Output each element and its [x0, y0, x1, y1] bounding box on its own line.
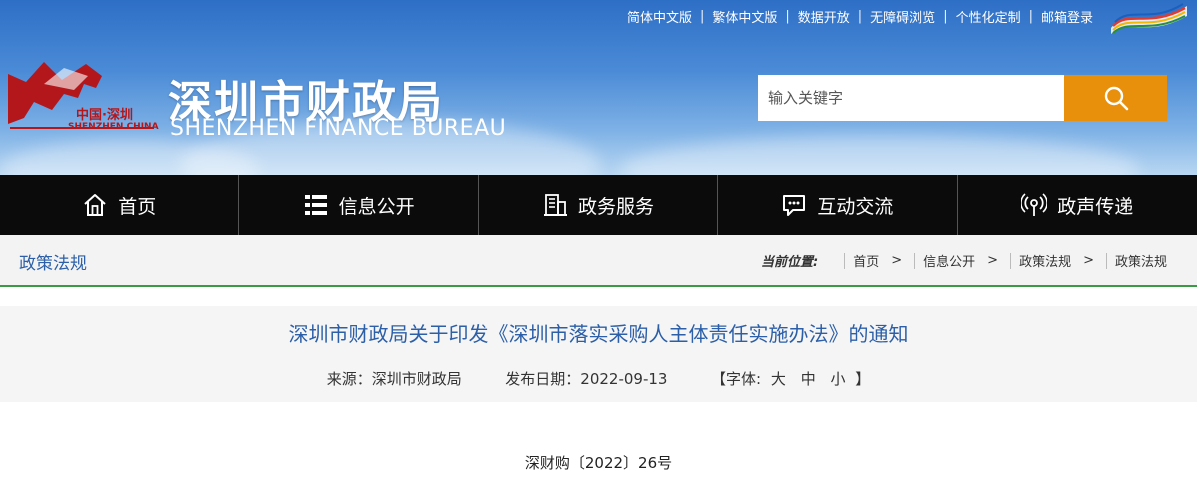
nav-label: 首页: [118, 195, 157, 218]
search-input[interactable]: [758, 75, 1064, 121]
home-icon: [84, 194, 106, 216]
top-links: 简体中文版 | 繁体中文版 | 数据开放 | 无障碍浏览 | 个性化定制 | 邮…: [619, 6, 1101, 26]
nav-item-interaction[interactable]: 互动交流: [718, 175, 958, 235]
breadcrumb-arrow: >: [891, 253, 903, 268]
article-title: 深圳市财政局关于印发《深圳市落实采购人主体责任实施办法》的通知: [288, 322, 909, 346]
link-open-data[interactable]: 数据开放: [790, 7, 858, 26]
link-personalize[interactable]: 个性化定制: [948, 7, 1029, 26]
wave-flag-logo: [1111, 3, 1187, 34]
article-meta: 来源：深圳市财政局 发布日期：2022-09-13 【字体: 大 中 小 】: [0, 368, 1197, 389]
date-label: 发布日期：: [505, 370, 581, 388]
source-value: 深圳市财政局: [371, 370, 462, 388]
breadcrumb-item-home[interactable]: 首页: [853, 251, 879, 270]
breadcrumb-label: 当前位置:: [761, 255, 819, 270]
separator: |: [857, 8, 863, 24]
building-icon: [543, 194, 567, 216]
search-icon: [1104, 86, 1128, 111]
nav-label: 政务服务: [577, 195, 654, 218]
nav-label: 互动交流: [817, 195, 894, 218]
breadcrumb-bar: 政策法规 当前位置: 首页 > 信息公开 > 政策法规 > 政策法规: [0, 235, 1197, 285]
breadcrumb-item-info[interactable]: 信息公开: [923, 251, 975, 270]
list-icon: [304, 195, 327, 215]
nav-item-broadcast[interactable]: 政声传递: [958, 175, 1197, 235]
shenzhen-bull-logo: 中国·深圳 SHENZHEN CHINA: [4, 54, 160, 138]
site-title-en: SHENZHEN FINANCE BUREAU: [170, 116, 507, 141]
logo-text-cn: 中国·深圳: [76, 108, 133, 123]
separator: |: [1028, 8, 1033, 24]
section-title: 政策法规: [19, 254, 87, 274]
chat-icon: [783, 195, 806, 216]
search-button[interactable]: [1064, 75, 1167, 121]
nav-item-home[interactable]: 首页: [0, 175, 240, 235]
separator: |: [699, 8, 705, 24]
article-header: 深圳市财政局关于印发《深圳市落实采购人主体责任实施办法》的通知 来源：深圳市财政…: [0, 306, 1197, 402]
font-size-close: 】: [855, 370, 871, 388]
divider-line: [0, 285, 1197, 287]
nav-item-info-disclosure[interactable]: 信息公开: [239, 175, 479, 235]
separator: |: [943, 8, 948, 24]
font-size-large[interactable]: 大: [771, 368, 786, 389]
breadcrumb-arrow: >: [1083, 253, 1094, 268]
link-simplified-chinese[interactable]: 简体中文版: [619, 7, 700, 26]
divider: [844, 252, 846, 269]
nav-label: 信息公开: [338, 195, 415, 218]
breadcrumb-item-policy-sub[interactable]: 政策法规: [1115, 251, 1167, 270]
divider: [1105, 252, 1107, 269]
nav-label: 政声传递: [1057, 195, 1134, 218]
link-traditional-chinese[interactable]: 繁体中文版: [704, 7, 785, 26]
document-number: 深财购〔2022〕26号: [524, 454, 673, 472]
divider: [914, 252, 916, 269]
separator: |: [785, 8, 790, 24]
nav-item-government-services[interactable]: 政务服务: [479, 175, 719, 235]
divider: [1010, 252, 1012, 269]
link-accessibility[interactable]: 无障碍浏览: [862, 7, 943, 26]
breadcrumb: 当前位置: 首页 > 信息公开 > 政策法规 > 政策法规: [761, 251, 1167, 270]
broadcast-icon: [1021, 193, 1048, 216]
date-value: 2022-09-13: [580, 370, 668, 388]
font-size-open: 【字体:: [711, 370, 762, 388]
font-size-small[interactable]: 小: [830, 368, 845, 389]
breadcrumb-item-policy[interactable]: 政策法规: [1019, 251, 1071, 270]
main-nav: 首页 信息公开 政务服务 互动交流 政声传递: [0, 175, 1197, 235]
link-mail-login[interactable]: 邮箱登录: [1033, 7, 1101, 26]
source-label: 来源：: [326, 370, 372, 388]
logo-text-en: SHENZHEN CHINA: [68, 122, 159, 132]
font-size-medium[interactable]: 中: [801, 368, 816, 389]
breadcrumb-arrow: >: [987, 253, 999, 268]
